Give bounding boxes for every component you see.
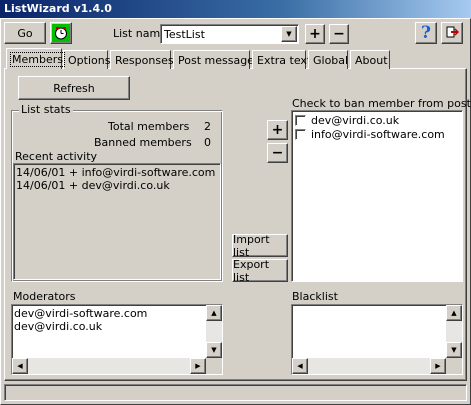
ban-label: Check to ban member from posting bbox=[292, 97, 471, 110]
window-title: ListWizard v1.4.0 bbox=[4, 2, 112, 15]
scroll-up-icon[interactable]: ▲ bbox=[206, 305, 222, 321]
ban-item-dev-virdi[interactable]: dev@virdi.co.uk bbox=[292, 113, 462, 127]
scroll-right-icon[interactable]: ▶ bbox=[430, 358, 446, 374]
recent-activity-label: Recent activity bbox=[15, 150, 98, 163]
list-name-select[interactable]: TestList ▼ bbox=[160, 24, 299, 44]
go-button[interactable]: Go bbox=[4, 22, 46, 44]
status-bar bbox=[4, 384, 467, 401]
import-list-button[interactable]: Import list bbox=[232, 233, 288, 259]
tab-responses[interactable]: Responses bbox=[110, 50, 174, 69]
moderators-textarea[interactable]: dev@virdi-software.com dev@virdi.co.uk ▲… bbox=[11, 304, 223, 375]
remove-member-button[interactable]: − bbox=[267, 143, 288, 163]
minus-icon: − bbox=[271, 145, 284, 161]
add-member-button[interactable]: + bbox=[267, 120, 288, 140]
tab-members[interactable]: Members bbox=[6, 48, 65, 69]
scroll-left-icon[interactable]: ◀ bbox=[12, 358, 28, 374]
go-button-label: Go bbox=[17, 26, 33, 40]
title-bar: ListWizard v1.4.0 bbox=[0, 0, 471, 18]
clock-icon bbox=[52, 24, 70, 42]
banned-members-label: Banned members bbox=[94, 136, 192, 149]
ban-checkbox[interactable] bbox=[295, 114, 306, 126]
ban-checklist[interactable]: dev@virdi.co.uk info@virdi-software.com bbox=[291, 110, 463, 282]
tab-post-message[interactable]: Post message bbox=[173, 50, 254, 69]
tab-extra-text[interactable]: Extra text bbox=[252, 50, 311, 69]
refresh-button-label: Refresh bbox=[53, 81, 95, 95]
list-item: 14/06/01 + info@virdi-software.com bbox=[16, 166, 216, 179]
moderators-label: Moderators bbox=[13, 290, 76, 303]
list-item: 14/06/01 + dev@virdi.co.uk bbox=[16, 179, 170, 192]
plus-icon: + bbox=[271, 122, 284, 138]
scroll-left-icon[interactable]: ◀ bbox=[292, 358, 308, 374]
total-members-value: 2 bbox=[204, 120, 211, 133]
ban-item-info-virdi-software[interactable]: info@virdi-software.com bbox=[292, 127, 462, 141]
chevron-down-icon[interactable]: ▼ bbox=[281, 26, 297, 42]
scroll-down-icon[interactable]: ▼ bbox=[206, 342, 222, 358]
scroll-down-icon[interactable]: ▼ bbox=[446, 342, 462, 358]
vertical-scrollbar[interactable]: ▲ ▼ bbox=[206, 305, 222, 358]
minus-icon: − bbox=[333, 26, 345, 42]
plus-icon: + bbox=[309, 26, 321, 42]
refresh-button[interactable]: Refresh bbox=[18, 76, 130, 100]
list-item: dev@virdi.co.uk bbox=[14, 320, 103, 333]
blacklist-textarea[interactable]: ▲ ▼ ◀ ▶ bbox=[291, 304, 463, 375]
scroll-up-icon[interactable]: ▲ bbox=[446, 305, 462, 321]
scroll-right-icon[interactable]: ▶ bbox=[190, 358, 206, 374]
tab-about[interactable]: About bbox=[350, 50, 390, 69]
help-question-icon: ? bbox=[421, 23, 431, 43]
scroll-corner bbox=[446, 358, 462, 374]
list-item: dev@virdi-software.com bbox=[14, 307, 148, 320]
tab-global[interactable]: Global bbox=[308, 50, 348, 69]
total-members-label: Total members bbox=[108, 120, 190, 133]
horizontal-scrollbar[interactable]: ◀ ▶ bbox=[292, 358, 446, 374]
list-stats-title: List stats bbox=[19, 103, 73, 116]
ban-checkbox[interactable] bbox=[295, 128, 306, 140]
help-button[interactable]: ? bbox=[415, 22, 437, 44]
scroll-corner bbox=[206, 358, 222, 374]
list-name-value: TestList bbox=[164, 27, 205, 41]
tab-options[interactable]: Options bbox=[63, 50, 110, 69]
exit-icon bbox=[445, 25, 460, 42]
recent-activity-list: 14/06/01 + info@virdi-software.com 14/06… bbox=[13, 163, 221, 280]
list-name-label: List name bbox=[113, 27, 167, 40]
banned-members-value: 0 bbox=[204, 136, 211, 149]
blacklist-label: Blacklist bbox=[292, 290, 338, 303]
add-list-button[interactable]: + bbox=[305, 24, 325, 44]
vertical-scrollbar[interactable]: ▲ ▼ bbox=[446, 305, 462, 358]
export-list-button[interactable]: Export list bbox=[232, 258, 288, 284]
timer-button[interactable] bbox=[50, 22, 72, 44]
remove-list-button[interactable]: − bbox=[329, 24, 349, 44]
exit-button[interactable] bbox=[441, 22, 463, 44]
horizontal-scrollbar[interactable]: ◀ ▶ bbox=[12, 358, 206, 374]
